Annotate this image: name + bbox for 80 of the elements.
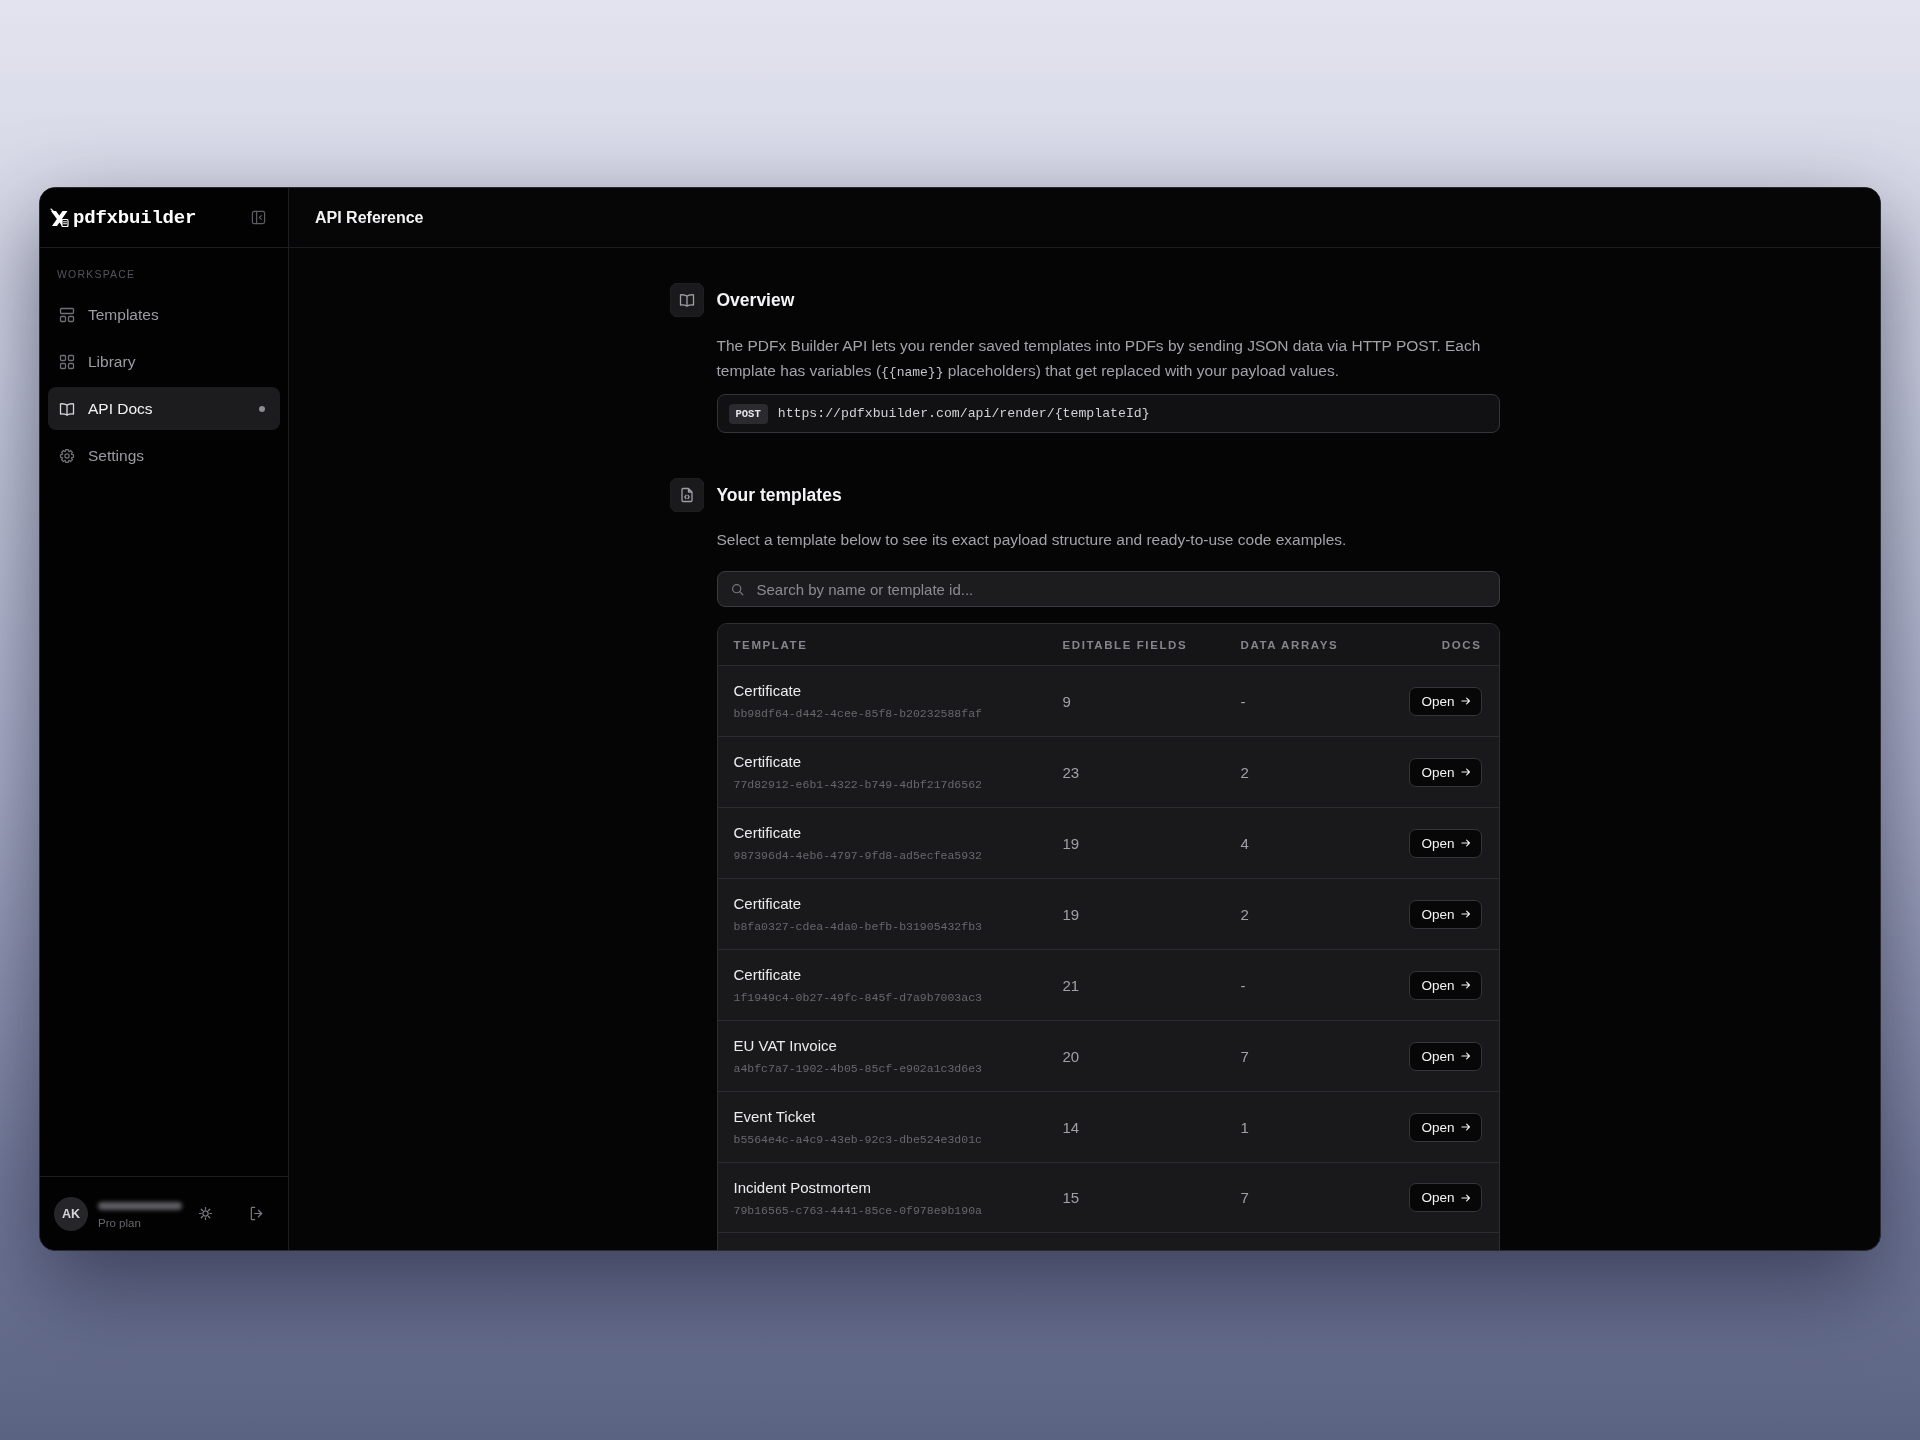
column-header: TEMPLATE [733, 638, 809, 651]
arrow-right-icon [1460, 980, 1471, 990]
open-button[interactable]: Open [1409, 757, 1482, 787]
template-name: Certificate [733, 681, 803, 700]
book-icon [669, 283, 704, 317]
search-field[interactable]: Search by name or template id... [716, 571, 1500, 607]
http-method-tag: POST [728, 403, 768, 424]
data-arrays-count: 7 [1240, 1047, 1250, 1065]
page-title: API Reference [315, 208, 424, 227]
nav-item[interactable]: Settings [48, 434, 280, 477]
arrow-right-icon [1460, 696, 1471, 706]
template-name: EU VAT Invoice [733, 1036, 838, 1055]
arrow-right-icon [1460, 909, 1471, 919]
nav-item[interactable]: API Docs [48, 387, 280, 430]
editable-fields-count: 15 [1062, 1189, 1081, 1206]
editable-fields-count: 20 [1062, 1047, 1081, 1065]
open-button[interactable]: Open [1409, 1183, 1482, 1212]
editable-fields-count: 21 [1062, 976, 1081, 994]
template-id: 1f1949c4-0b27-49fc-845f-d7a9b7003ac3 [733, 990, 983, 1005]
logout-icon [248, 1206, 264, 1221]
template-name: Certificate [733, 752, 803, 771]
template-id: a4bfc7a7-1902-4b05-85cf-e902a1c3d6e3 [733, 1061, 983, 1076]
open-button[interactable]: Open [1409, 1041, 1482, 1071]
column-header: EDITABLE FIELDS [1062, 638, 1189, 651]
open-button[interactable]: Open [1409, 828, 1482, 858]
arrow-right-icon [1460, 838, 1471, 848]
column-header: DOCS [1441, 638, 1482, 651]
data-arrays-count: 2 [1240, 905, 1250, 923]
section-label: WORKSPACE [56, 268, 137, 281]
data-arrays-count: 7 [1240, 1189, 1250, 1206]
template-id: bb98df64-d442-4cee-85f8-b20232588faf [733, 706, 983, 721]
section-title: Overview [716, 289, 796, 312]
template-id: b8fa0327-cdea-4da0-befb-b31905432fb3 [733, 919, 983, 934]
overview-text: The PDFx Builder API lets you render saved templates into PDFs by sending JSON data via HTTP POST. Each template has variables ({{name}} placeholders) that get replaced with your payload values. [716, 336, 1482, 382]
avatar: AK [54, 1196, 88, 1231]
open-button[interactable]: Open [1409, 970, 1482, 1000]
editable-fields-count: 23 [1062, 763, 1081, 781]
arrow-right-icon [1460, 1051, 1471, 1061]
nav-item[interactable]: Templates [48, 293, 280, 336]
file-code-icon [669, 478, 704, 512]
sun-icon [197, 1206, 213, 1221]
template-id: 77d82912-e6b1-4322-b749-4dbf217d6562 [733, 777, 983, 792]
open-button[interactable]: Open [1409, 899, 1482, 929]
column-header: DATA ARRAYS [1240, 638, 1340, 651]
plan-label: Pro plan [98, 1216, 142, 1229]
data-arrays-count: 2 [1240, 763, 1250, 781]
logo-text: pdfxbuilder [73, 206, 197, 229]
template-name: Certificate [733, 894, 803, 913]
template-id: b5564e4c-a4c9-43eb-92c3-dbe524e3d01c [733, 1132, 983, 1147]
endpoint-url: https://pdfxbuilder.com/api/render/{templateId} [777, 406, 1150, 421]
book-icon [59, 400, 75, 417]
template-name: Certificate [733, 823, 803, 842]
template-name: Event Ticket [733, 1107, 817, 1126]
editable-fields-count: 9 [1062, 692, 1072, 710]
active-dot-icon [259, 405, 265, 412]
data-arrays-count: 4 [1240, 834, 1250, 852]
grid-icon [59, 353, 75, 370]
template-name: Incident Postmortem [733, 1177, 873, 1197]
templates-text: Select a template below to see its exact payload structure and ready-to-use code examples. [716, 530, 1348, 550]
open-button[interactable]: Open [1409, 686, 1482, 716]
panel-toggle-icon [250, 210, 266, 225]
arrow-right-icon [1460, 1192, 1471, 1203]
arrow-right-icon [1460, 1122, 1471, 1132]
settings-icon [59, 447, 75, 464]
search-icon [730, 583, 744, 596]
nav-item[interactable]: Library [48, 340, 280, 383]
data-arrays-count: - [1240, 692, 1247, 710]
x-logo-icon [50, 208, 69, 227]
data-arrays-count: - [1240, 976, 1247, 994]
template-name: Certificate [733, 965, 803, 984]
data-arrays-count: 1 [1240, 1118, 1250, 1136]
layout-icon [59, 306, 75, 323]
template-id: 79b16565-c763-4441-85ce-0f978e9b190a [733, 1202, 983, 1218]
editable-fields-count: 19 [1062, 834, 1081, 852]
open-button[interactable]: Open [1409, 1112, 1482, 1142]
arrow-right-icon [1460, 767, 1471, 777]
editable-fields-count: 14 [1062, 1118, 1081, 1136]
section-title: Your templates [716, 484, 843, 507]
editable-fields-count: 19 [1062, 905, 1081, 923]
template-id: 987396d4-4eb6-4797-9fd8-ad5ecfea5932 [733, 848, 983, 863]
